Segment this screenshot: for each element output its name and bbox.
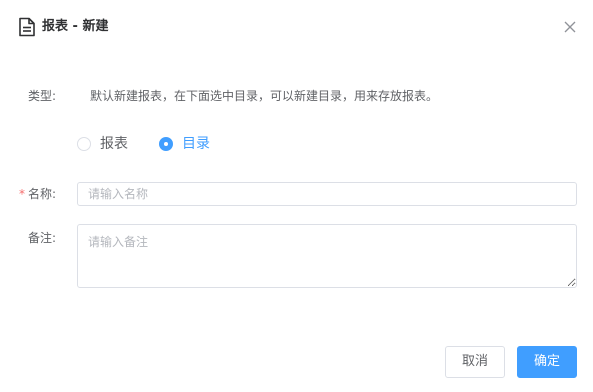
confirm-button[interactable]: 确定 [517, 346, 577, 378]
radio-directory-circle[interactable] [159, 137, 173, 151]
radio-report[interactable]: 报表 [77, 135, 128, 153]
radio-directory[interactable]: 目录 [159, 135, 210, 153]
required-mark: * [19, 187, 25, 201]
name-label: * 名称: [19, 186, 56, 202]
type-description: 默认新建报表，在下面选中目录，可以新建目录，用来存放报表。 [90, 89, 439, 103]
new-report-dialog: 报表 - 新建 类型: 默认新建报表，在下面选中目录，可以新建目录，用来存放报表… [0, 0, 593, 392]
radio-report-circle[interactable] [77, 137, 91, 151]
radio-directory-label[interactable]: 目录 [182, 135, 210, 153]
remark-textarea[interactable] [77, 224, 577, 288]
dialog-title: 报表 - 新建 [42, 19, 109, 34]
dialog-header: 报表 - 新建 [0, 0, 593, 56]
radio-report-label[interactable]: 报表 [100, 135, 128, 153]
type-label: 类型: [28, 89, 57, 103]
remark-label: 备注: [28, 231, 57, 245]
close-icon[interactable] [562, 19, 578, 35]
name-label-text: 名称: [28, 187, 57, 201]
cancel-button[interactable]: 取消 [445, 346, 505, 378]
name-input[interactable] [77, 182, 577, 206]
document-icon [19, 17, 35, 37]
